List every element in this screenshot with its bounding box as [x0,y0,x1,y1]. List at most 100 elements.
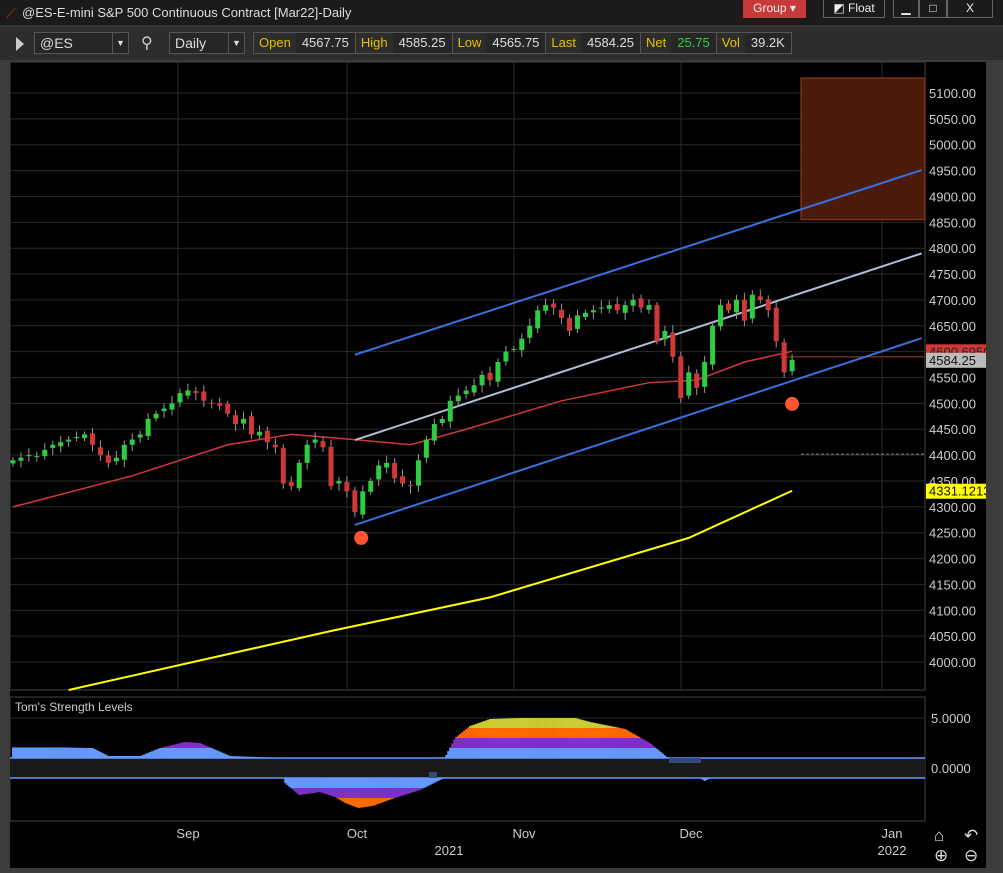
strength-bar [519,748,521,758]
candle-body [408,485,413,486]
strength-bar [513,748,515,758]
strength-bar [628,731,630,738]
candle-body [281,448,286,484]
strength-bar [630,748,632,758]
signal-marker [785,397,799,411]
strength-bar [328,778,330,788]
strength-bar [529,718,531,728]
strength-bar [352,798,354,806]
home-icon[interactable]: ⌂ [934,826,944,846]
strength-bar [449,747,451,748]
strength-bar [358,788,360,798]
strength-bar [461,732,463,738]
strength-bar [417,788,419,791]
y-tick-label: 4000.00 [929,655,976,670]
expand-arrow-icon[interactable] [16,37,24,51]
candle-body [440,419,445,423]
strength-bar [491,719,493,728]
group-button[interactable]: Group ▾ [743,0,806,18]
strength-bar [406,788,408,794]
zoom-out-icon[interactable]: ⊖ [964,846,978,866]
strength-bar [539,718,541,728]
minimize-button[interactable]: ▁ [893,0,919,18]
strength-bar [97,751,99,758]
strength-bar [372,798,374,806]
strength-bar [525,718,527,728]
strength-bar [608,748,610,758]
strength-bar [177,744,179,748]
interval-dropdown[interactable]: Daily▼ [169,32,245,54]
strength-bar [348,778,350,788]
strength-bar [570,748,572,758]
strength-bar [618,728,620,738]
strength-bar [495,738,497,748]
strength-bar [584,721,586,728]
price-label: 4331.1213 [929,484,990,499]
close-button[interactable]: X [947,0,993,18]
strength-bar [183,742,185,748]
strength-bar [40,748,42,758]
chevron-down-icon[interactable]: ▼ [228,33,244,53]
candle-body [217,403,222,406]
strength-bar [523,738,525,748]
strength-bar [316,778,318,788]
quote-value-open: 4567.75 [296,33,355,53]
strength-bar [527,738,529,748]
strength-bar [404,788,406,795]
strength-bar [612,748,614,758]
strength-bar [541,748,543,758]
undo-icon[interactable]: ↶ [964,826,978,846]
float-button[interactable]: ◩ Float [823,0,885,18]
strength-bar [364,788,366,798]
chart-area[interactable]: 5100.005050.005000.004950.004900.004850.… [10,62,995,868]
strength-bar [658,751,660,759]
candle-body [511,349,516,350]
strength-bar [479,728,481,738]
strength-bar [28,747,30,748]
strength-bar [467,728,469,738]
strength-bar [557,718,559,728]
strength-bar [485,720,487,728]
strength-bar [499,738,501,748]
search-icon[interactable]: ⚲ [141,33,153,53]
strength-bar [588,738,590,748]
strength-bar [553,748,555,758]
strength-bar [509,728,511,738]
strength-bar [147,753,149,758]
strength-bar [364,798,366,807]
strength-bar [314,788,316,793]
strength-bar [78,748,80,758]
candle-body [559,310,564,318]
strength-bar [527,718,529,728]
strength-bar [515,728,517,738]
strength-bar [358,798,360,808]
zoom-in-icon[interactable]: ⊕ [934,846,948,866]
candle-body [432,424,437,441]
strength-bar [195,743,197,748]
quote-label-net: Net [640,33,671,53]
strength-bar [290,778,292,788]
strength-bar [549,748,551,758]
strength-bar [608,726,610,728]
strength-bar [88,748,90,758]
quote-value-high: 4585.25 [393,33,452,53]
candle-body [599,308,604,309]
strength-bar [368,788,370,798]
strength-bar [209,748,211,758]
strength-bar [201,744,203,748]
symbol-dropdown[interactable]: @ES▼ [34,32,129,54]
price-chart[interactable]: 5100.005050.005000.004950.004900.004850.… [10,62,995,868]
strength-bar [515,718,517,728]
candle-body [551,304,556,308]
strength-bar [485,728,487,738]
strength-bar [537,748,539,758]
right-border [986,62,995,868]
y-tick-label: 4550.00 [929,371,976,386]
strength-bar [370,798,372,806]
strength-bar [304,788,306,794]
chevron-down-icon[interactable]: ▼ [112,33,128,53]
candle-body [456,396,461,402]
strength-bar [191,748,193,758]
strength-bar [354,798,356,807]
maximize-button[interactable]: □ [919,0,947,18]
